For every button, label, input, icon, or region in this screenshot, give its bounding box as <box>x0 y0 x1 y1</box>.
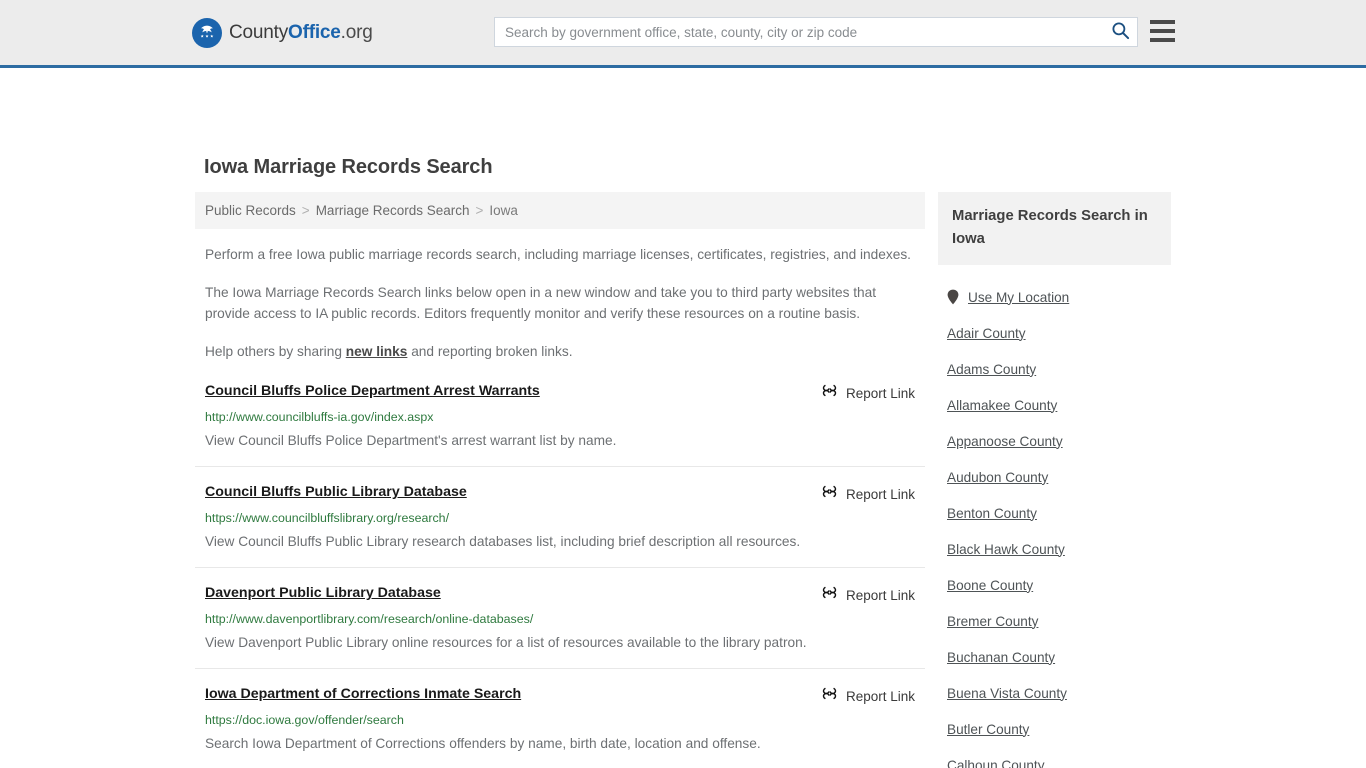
resource-link-title[interactable]: Council Bluffs Police Department Arrest … <box>205 381 540 401</box>
resource-link-url: http://www.davenportlibrary.com/research… <box>205 612 534 626</box>
link-header-row: Council Bluffs Public Library Database Re… <box>205 482 915 505</box>
report-link-button[interactable]: Report Link <box>821 584 915 606</box>
sidebar-item-county[interactable]: Benton County <box>938 495 1171 531</box>
intro-paragraph-2: The Iowa Marriage Records Search links b… <box>205 285 877 321</box>
intro-text: Perform a free Iowa public marriage reco… <box>195 244 925 362</box>
report-link-label: Report Link <box>845 486 915 502</box>
sidebar-item-county[interactable]: Adams County <box>938 351 1171 387</box>
logo-text-org: .org <box>340 21 373 43</box>
breadcrumb-item-public-records[interactable]: Public Records <box>205 203 296 218</box>
county-link[interactable]: Buena Vista County <box>947 686 1067 701</box>
report-link-label: Report Link <box>845 688 915 704</box>
sidebar-item-county[interactable]: Buchanan County <box>938 639 1171 675</box>
sidebar-item-use-my-location[interactable]: Use My Location <box>938 279 1171 315</box>
broken-link-icon <box>821 584 838 606</box>
link-header-row: Davenport Public Library Database Report … <box>205 583 915 606</box>
county-link[interactable]: Calhoun County <box>947 758 1045 768</box>
logo-text-county: County <box>229 21 289 43</box>
sidebar-item-county[interactable]: Butler County <box>938 711 1171 747</box>
breadcrumb-item-marriage-records-search[interactable]: Marriage Records Search <box>316 203 470 218</box>
map-pin-icon <box>947 289 959 305</box>
report-link-button[interactable]: Report Link <box>821 382 915 404</box>
page-title: Iowa Marriage Records Search <box>204 156 493 178</box>
link-header-row: Iowa Department of Corrections Inmate Se… <box>205 684 915 707</box>
new-links-link[interactable]: new links <box>346 344 408 359</box>
resource-link-url: https://www.councilbluffslibrary.org/res… <box>205 511 450 525</box>
broken-link-icon <box>821 382 838 404</box>
county-link[interactable]: Butler County <box>947 722 1029 737</box>
resource-link-url: http://www.councilbluffs-ia.gov/index.as… <box>205 410 434 424</box>
county-list: Use My Location Adair County Adams County… <box>938 265 1171 768</box>
resource-link-description: View Council Bluffs Public Library resea… <box>205 534 801 549</box>
logo-text-office: Office <box>288 21 341 43</box>
hamburger-menu-icon[interactable] <box>1150 20 1175 42</box>
link-header-row: Council Bluffs Police Department Arrest … <box>205 381 915 404</box>
report-link-label: Report Link <box>845 587 915 603</box>
hamburger-bar <box>1150 29 1175 33</box>
report-link-button[interactable]: Report Link <box>821 483 915 505</box>
intro-text-before: Help others by sharing <box>205 344 346 359</box>
sidebar-item-county[interactable]: Bremer County <box>938 603 1171 639</box>
sidebar-item-county[interactable]: Black Hawk County <box>938 531 1171 567</box>
resource-link-description: View Davenport Public Library online res… <box>205 635 807 650</box>
search-icon <box>1111 21 1130 43</box>
logo-wordmark: CountyOffice.org <box>229 22 373 44</box>
broken-link-icon <box>821 685 838 707</box>
breadcrumb-item-iowa: Iowa <box>489 203 518 218</box>
county-link[interactable]: Adair County <box>947 326 1026 341</box>
site-logo[interactable]: CountyOffice.org <box>192 17 373 48</box>
report-link-button[interactable]: Report Link <box>821 685 915 707</box>
resource-link-list: Council Bluffs Police Department Arrest … <box>195 381 925 768</box>
sidebar-header: Marriage Records Search in Iowa <box>938 192 1171 265</box>
main-content: Public Records > Marriage Records Search… <box>195 192 925 768</box>
county-link[interactable]: Benton County <box>947 506 1037 521</box>
resource-link-url: https://doc.iowa.gov/offender/search <box>205 713 404 727</box>
sidebar-item-county[interactable]: Boone County <box>938 567 1171 603</box>
sidebar-item-county[interactable]: Adair County <box>938 315 1171 351</box>
hamburger-bar <box>1150 20 1175 24</box>
county-link[interactable]: Black Hawk County <box>947 542 1065 557</box>
hamburger-bar <box>1150 38 1175 42</box>
eagle-shield-icon <box>192 17 222 48</box>
county-link[interactable]: Appanoose County <box>947 434 1063 449</box>
county-link[interactable]: Allamakee County <box>947 398 1057 413</box>
resource-link-item: Davenport Public Library Database Report … <box>195 583 925 669</box>
resource-link-description: Search Iowa Department of Corrections of… <box>205 736 761 751</box>
sidebar-item-county[interactable]: Audubon County <box>938 459 1171 495</box>
breadcrumb: Public Records > Marriage Records Search… <box>195 192 925 229</box>
search-input[interactable] <box>495 18 1103 46</box>
resource-link-title[interactable]: Iowa Department of Corrections Inmate Se… <box>205 684 521 704</box>
breadcrumb-separator: > <box>301 203 310 218</box>
sidebar-item-county[interactable]: Calhoun County <box>938 747 1171 768</box>
breadcrumb-separator: > <box>475 203 484 218</box>
resource-link-item: Iowa Department of Corrections Inmate Se… <box>195 684 925 768</box>
site-header: CountyOffice.org <box>0 0 1366 68</box>
county-link[interactable]: Buchanan County <box>947 650 1055 665</box>
report-link-label: Report Link <box>845 385 915 401</box>
sidebar-item-county[interactable]: Appanoose County <box>938 423 1171 459</box>
intro-text-after: and reporting broken links. <box>407 344 573 359</box>
sidebar-item-county[interactable]: Buena Vista County <box>938 675 1171 711</box>
sidebar-item-county[interactable]: Allamakee County <box>938 387 1171 423</box>
county-link[interactable]: Boone County <box>947 578 1033 593</box>
resource-link-item: Council Bluffs Public Library Database Re… <box>195 482 925 568</box>
resource-link-title[interactable]: Council Bluffs Public Library Database <box>205 482 467 502</box>
sidebar-title: Marriage Records Search in Iowa <box>952 208 1148 247</box>
use-my-location-link[interactable]: Use My Location <box>968 290 1069 305</box>
resource-link-title[interactable]: Davenport Public Library Database <box>205 583 441 603</box>
intro-paragraph-1: Perform a free Iowa public marriage reco… <box>205 247 911 262</box>
resource-link-item: Council Bluffs Police Department Arrest … <box>195 381 925 467</box>
county-link[interactable]: Bremer County <box>947 614 1038 629</box>
resource-link-description: View Council Bluffs Police Department's … <box>205 433 617 448</box>
county-link[interactable]: Audubon County <box>947 470 1048 485</box>
broken-link-icon <box>821 483 838 505</box>
county-link[interactable]: Adams County <box>947 362 1036 377</box>
intro-paragraph-3: Help others by sharing new links and rep… <box>205 341 915 362</box>
search-button[interactable] <box>1103 18 1137 46</box>
sidebar: Marriage Records Search in Iowa Use My L… <box>938 192 1171 768</box>
search-box <box>494 17 1138 47</box>
